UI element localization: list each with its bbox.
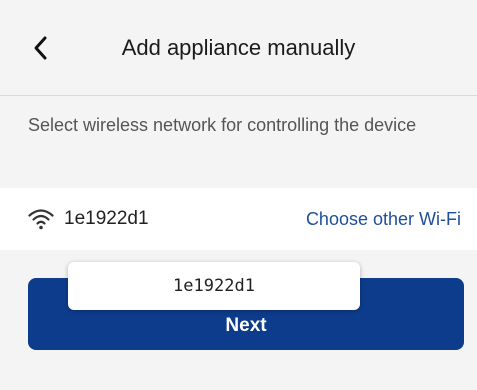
wifi-ssid: 1e1922d1 — [64, 208, 149, 229]
wifi-network-row: 1e1922d1 Choose other Wi-Fi — [0, 188, 477, 250]
header-bar: Add appliance manually — [0, 0, 477, 95]
choose-other-wifi-link[interactable]: Choose other Wi-Fi — [306, 188, 461, 250]
ssid-tooltip: 1e1922d1 — [68, 262, 360, 310]
instruction-text: Select wireless network for controlling … — [28, 115, 417, 135]
back-button[interactable] — [22, 30, 58, 66]
chevron-left-icon — [34, 36, 47, 60]
next-button-label: Next — [225, 315, 267, 336]
page-title: Add appliance manually — [121, 35, 356, 60]
wifi-icon — [28, 209, 54, 230]
add-appliance-screen: Add appliance manually Select wireless n… — [0, 0, 477, 390]
instruction-area: Select wireless network for controlling … — [0, 96, 477, 188]
